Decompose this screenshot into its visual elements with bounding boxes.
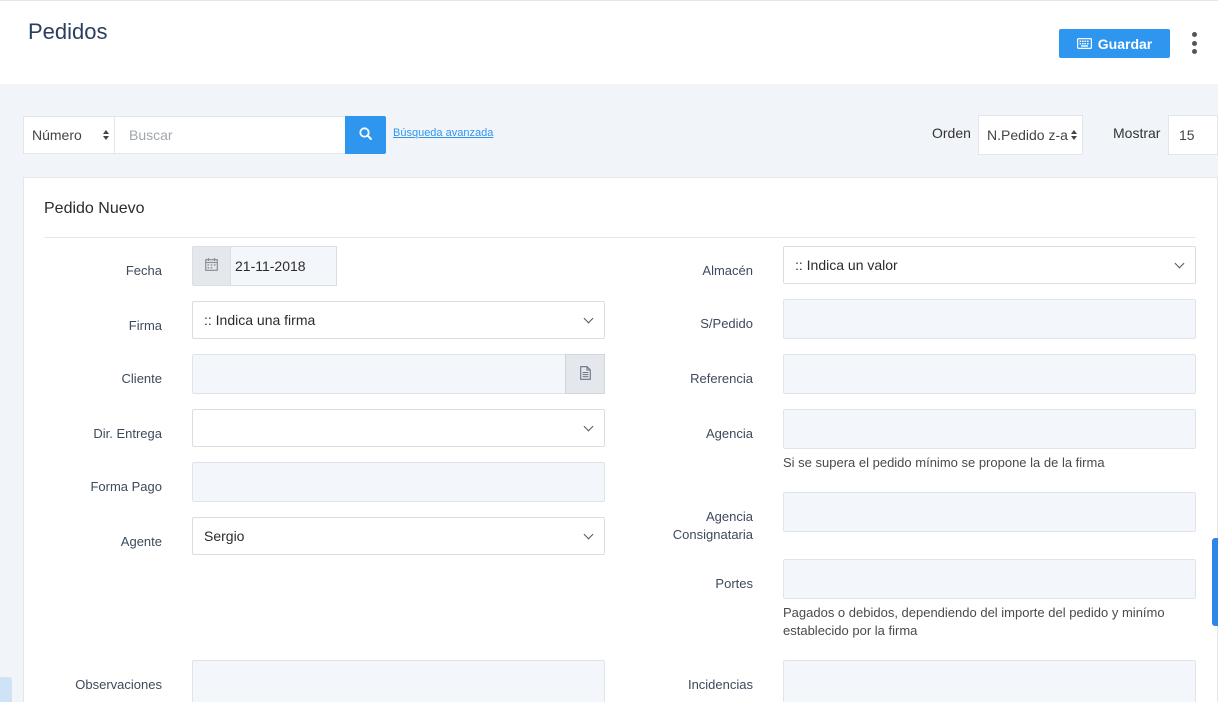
- show-count-value: 15: [1179, 127, 1195, 143]
- divider: [44, 237, 1196, 238]
- referencia-label: Referencia: [690, 371, 753, 386]
- agencia-consignataria-input[interactable]: [783, 492, 1196, 532]
- dir-entrega-label: Dir. Entrega: [93, 426, 162, 441]
- show-count-input[interactable]: 15: [1168, 115, 1218, 155]
- cliente-label: Cliente: [121, 371, 162, 386]
- almacen-select-value: :: Indica un valor: [795, 257, 898, 273]
- chevron-down-icon: [583, 421, 594, 432]
- referencia-input[interactable]: [783, 354, 1196, 394]
- portes-help-text: Pagados o debidos, dependiendo del impor…: [783, 605, 1165, 638]
- search-input[interactable]: [115, 116, 346, 154]
- firma-select-value: :: Indica una firma: [204, 312, 316, 328]
- forma-pago-input[interactable]: [192, 462, 605, 502]
- keyboard-icon: [1076, 38, 1092, 49]
- order-label: Orden: [932, 125, 971, 141]
- s-pedido-input[interactable]: [783, 299, 1196, 339]
- incidencias-label: Incidencias: [687, 677, 753, 692]
- agencia-label: Agencia: [706, 426, 753, 441]
- fecha-value: 21-11-2018: [235, 258, 306, 274]
- chevron-down-icon: [1174, 258, 1185, 269]
- more-vertical-icon[interactable]: [1186, 32, 1202, 54]
- almacen-label: Almacén: [702, 263, 753, 278]
- chevron-down-icon: [583, 529, 594, 540]
- agente-select[interactable]: Sergio: [192, 517, 605, 555]
- incidencias-textarea[interactable]: [783, 660, 1196, 702]
- advanced-search-link[interactable]: Búsqueda avanzada: [393, 127, 493, 139]
- fecha-input[interactable]: 21-11-2018: [231, 246, 337, 286]
- sort-arrows-icon: [1071, 130, 1077, 140]
- sort-arrows-icon: [103, 130, 109, 140]
- fecha-label: Fecha: [125, 263, 162, 278]
- order-select[interactable]: N.Pedido z-a: [978, 115, 1083, 155]
- save-button[interactable]: Guardar: [1059, 29, 1170, 58]
- chevron-down-icon: [583, 313, 594, 324]
- portes-input[interactable]: [783, 559, 1196, 599]
- dir-entrega-select[interactable]: [192, 409, 605, 447]
- firma-label: Firma: [128, 318, 162, 333]
- cliente-input[interactable]: [192, 354, 566, 394]
- client-lookup-button[interactable]: [565, 354, 605, 394]
- page-header: Pedidos Guardar: [0, 0, 1218, 84]
- firma-select[interactable]: :: Indica una firma: [192, 301, 605, 339]
- search-icon: [359, 127, 372, 143]
- observaciones-label: Observaciones: [75, 677, 162, 692]
- portes-label: Portes: [715, 576, 753, 591]
- agencia-consignataria-label: Agencia Consignataria: [672, 509, 753, 542]
- forma-pago-label: Forma Pago: [90, 479, 162, 494]
- observaciones-textarea[interactable]: [192, 660, 605, 702]
- search-field-select-value: Número: [32, 127, 82, 143]
- date-picker-button[interactable]: [192, 246, 231, 286]
- agencia-help-text: Si se supera el pedido mínimo se propone…: [783, 455, 1105, 470]
- agente-select-value: Sergio: [204, 528, 245, 544]
- save-button-label: Guardar: [1097, 35, 1153, 52]
- agencia-input[interactable]: [783, 409, 1196, 449]
- show-label: Mostrar: [1113, 125, 1161, 141]
- almacen-select[interactable]: :: Indica un valor: [783, 246, 1196, 284]
- agente-label: Agente: [120, 534, 162, 549]
- search-field-select[interactable]: Número: [23, 116, 115, 154]
- document-icon: [579, 365, 591, 383]
- s-pedido-label: S/Pedido: [700, 316, 753, 331]
- calendar-icon: [205, 258, 218, 274]
- order-select-value: N.Pedido z-a: [987, 127, 1068, 143]
- form-title: Pedido Nuevo: [44, 200, 145, 217]
- page-title: Pedidos: [28, 19, 108, 44]
- scrollbar-thumb[interactable]: [1212, 538, 1218, 626]
- collapse-tab[interactable]: [0, 677, 12, 702]
- search-button[interactable]: [345, 116, 386, 154]
